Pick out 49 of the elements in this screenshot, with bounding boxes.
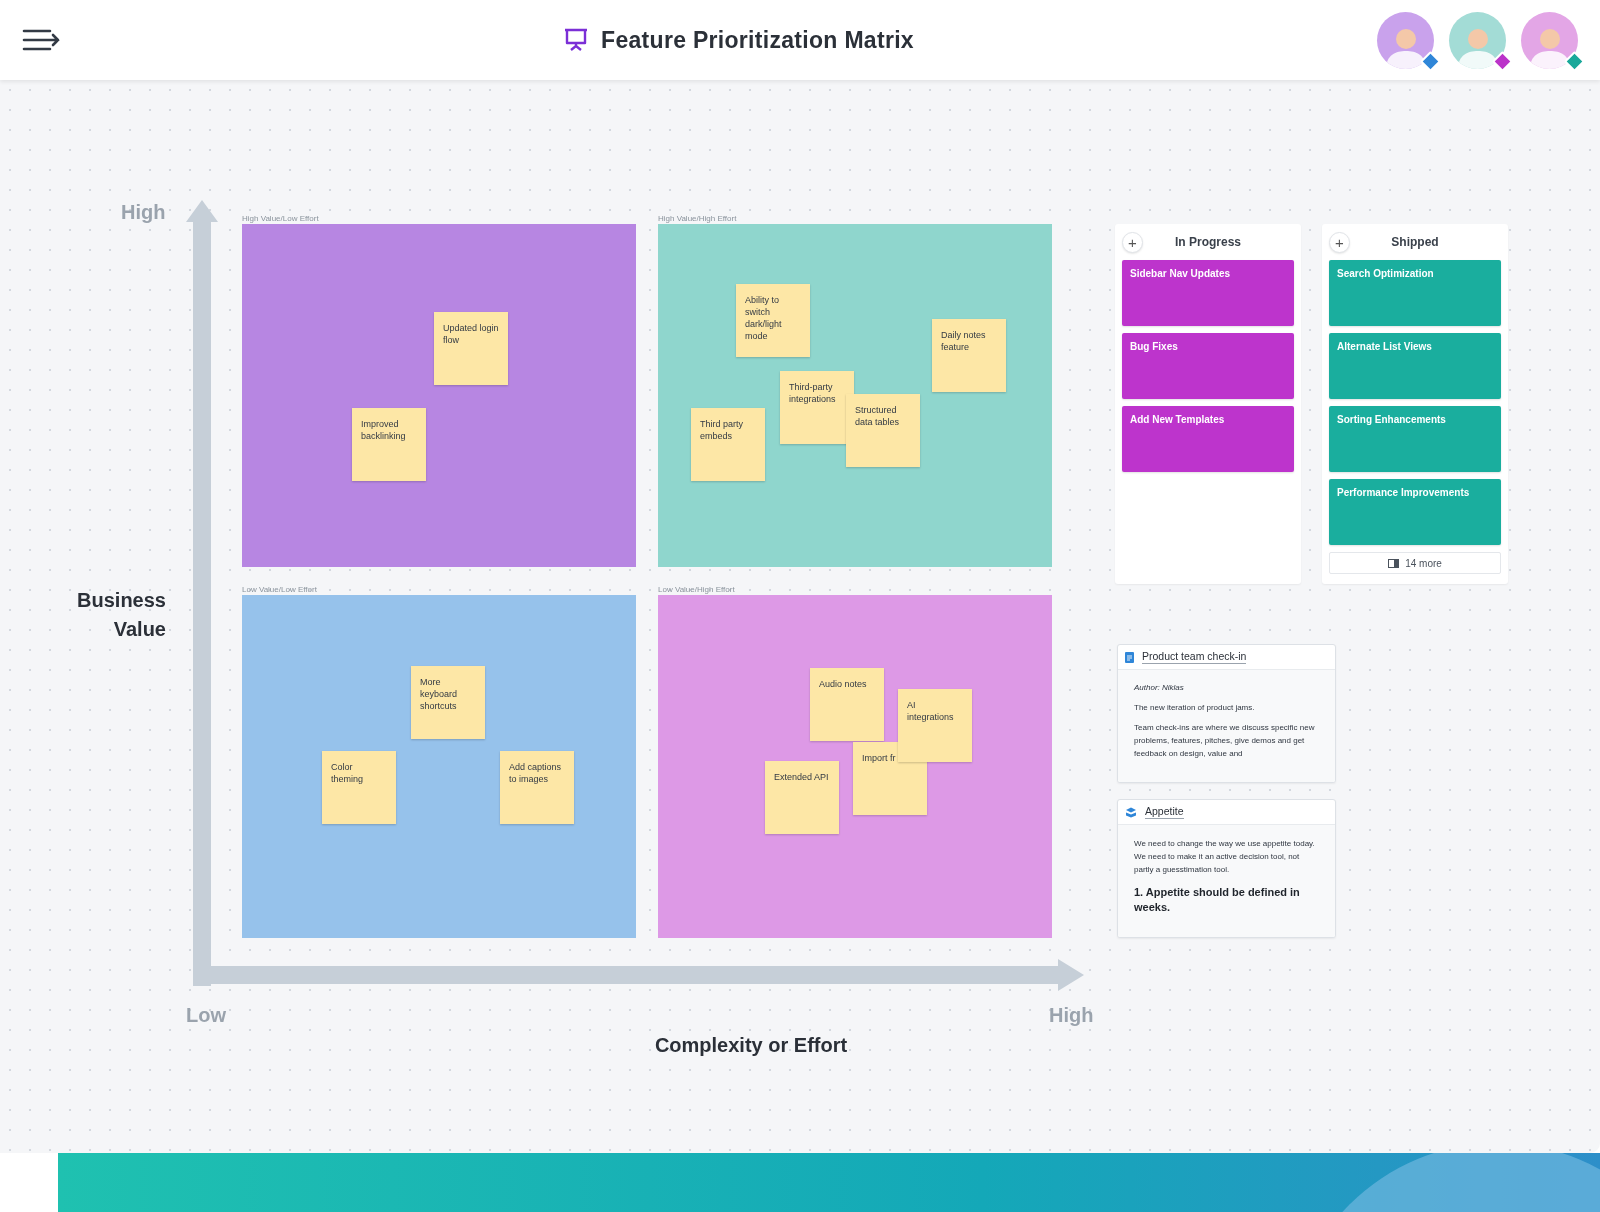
user-avatar[interactable]	[1521, 11, 1578, 69]
sticky-note[interactable]: Add captions to images	[500, 751, 574, 824]
sticky-note[interactable]: More keyboard shortcuts	[411, 666, 485, 739]
kanban-card[interactable]: Bug Fixes	[1122, 333, 1294, 399]
sticky-note[interactable]: Third-party integrations	[780, 371, 854, 444]
kanban-card[interactable]: Sidebar Nav Updates	[1122, 260, 1294, 326]
user-avatar[interactable]	[1449, 11, 1506, 69]
document-card[interactable]: Appetite We need to change the way we use appetite today. We need to make it an active decision tool, not partly a guesstimation tool. 1. Appetite should be defined in weeks.	[1117, 799, 1336, 938]
axis-label: High	[1049, 1003, 1094, 1028]
presentation-board-icon	[563, 28, 590, 52]
sticky-note[interactable]: Import fr	[853, 742, 927, 815]
sticky-note[interactable]: Structured data tables	[846, 394, 920, 467]
sticky-note[interactable]: Extended API	[765, 761, 839, 834]
axis-title: Business Value	[76, 588, 166, 642]
quadrant-label: Low Value/Low Effort	[242, 584, 317, 596]
stack-icon	[1125, 806, 1137, 818]
quadrant-label: Low Value/High Effort	[658, 584, 735, 596]
add-card-button[interactable]: +	[1122, 231, 1143, 253]
sticky-note[interactable]: Improved backlinking	[352, 408, 426, 481]
quadrant-label: High Value/Low Effort	[242, 213, 319, 225]
menu-icon[interactable]	[22, 28, 60, 52]
column-title: Shipped	[1390, 234, 1440, 251]
axis-label: Low	[186, 1003, 226, 1028]
section-heading: 1. Appetite should be defined in weeks.	[1134, 885, 1301, 915]
document-card[interactable]: Product team check-in Author: Niklas The new iteration of product jams. Team check-ins are where we discuss specific new problems, features, pitches, give demos and get feedback on design, value and	[1117, 644, 1336, 783]
sticky-note[interactable]: Audio notes	[810, 668, 884, 741]
sticky-note[interactable]: Color theming	[322, 751, 396, 824]
show-more-button[interactable]: 14 more	[1329, 552, 1501, 574]
user-avatar[interactable]	[1377, 11, 1434, 69]
sticky-note[interactable]: Updated login flow	[434, 312, 508, 385]
document-icon	[1125, 651, 1134, 663]
sticky-note[interactable]: AI integrations	[898, 689, 972, 762]
sticky-note[interactable]: Daily notes feature	[932, 319, 1006, 392]
sticky-note[interactable]: Ability to switch dark/light mode	[736, 284, 810, 357]
document-title[interactable]: Product team check-in	[1142, 650, 1247, 664]
add-card-button[interactable]: +	[1329, 231, 1350, 253]
panel-icon	[1388, 558, 1400, 568]
board-title: Feature Prioritization Matrix	[601, 25, 914, 55]
column-title: In Progress	[1174, 234, 1242, 251]
paragraph-text: The new iteration of product jams.	[1134, 702, 1256, 714]
quadrant-label: High Value/High Effort	[658, 213, 737, 225]
sticky-note[interactable]: Third party embeds	[691, 408, 765, 481]
axis-label: High	[121, 200, 166, 225]
author-text: Author: Niklas	[1134, 682, 1185, 694]
document-title[interactable]: Appetite	[1145, 805, 1184, 819]
paragraph-text: Team check-ins are where we discuss specific new problems, features, pitches, give demos and get feedback on design, value and	[1134, 722, 1316, 760]
paragraph-text: We need to change the way we use appetite today. We need to make it an active decision tool, not partly a guesstimation tool.	[1134, 838, 1316, 876]
axis-title: Complexity or Effort	[653, 1033, 849, 1058]
kanban-card[interactable]: Add New Templates	[1122, 406, 1294, 472]
